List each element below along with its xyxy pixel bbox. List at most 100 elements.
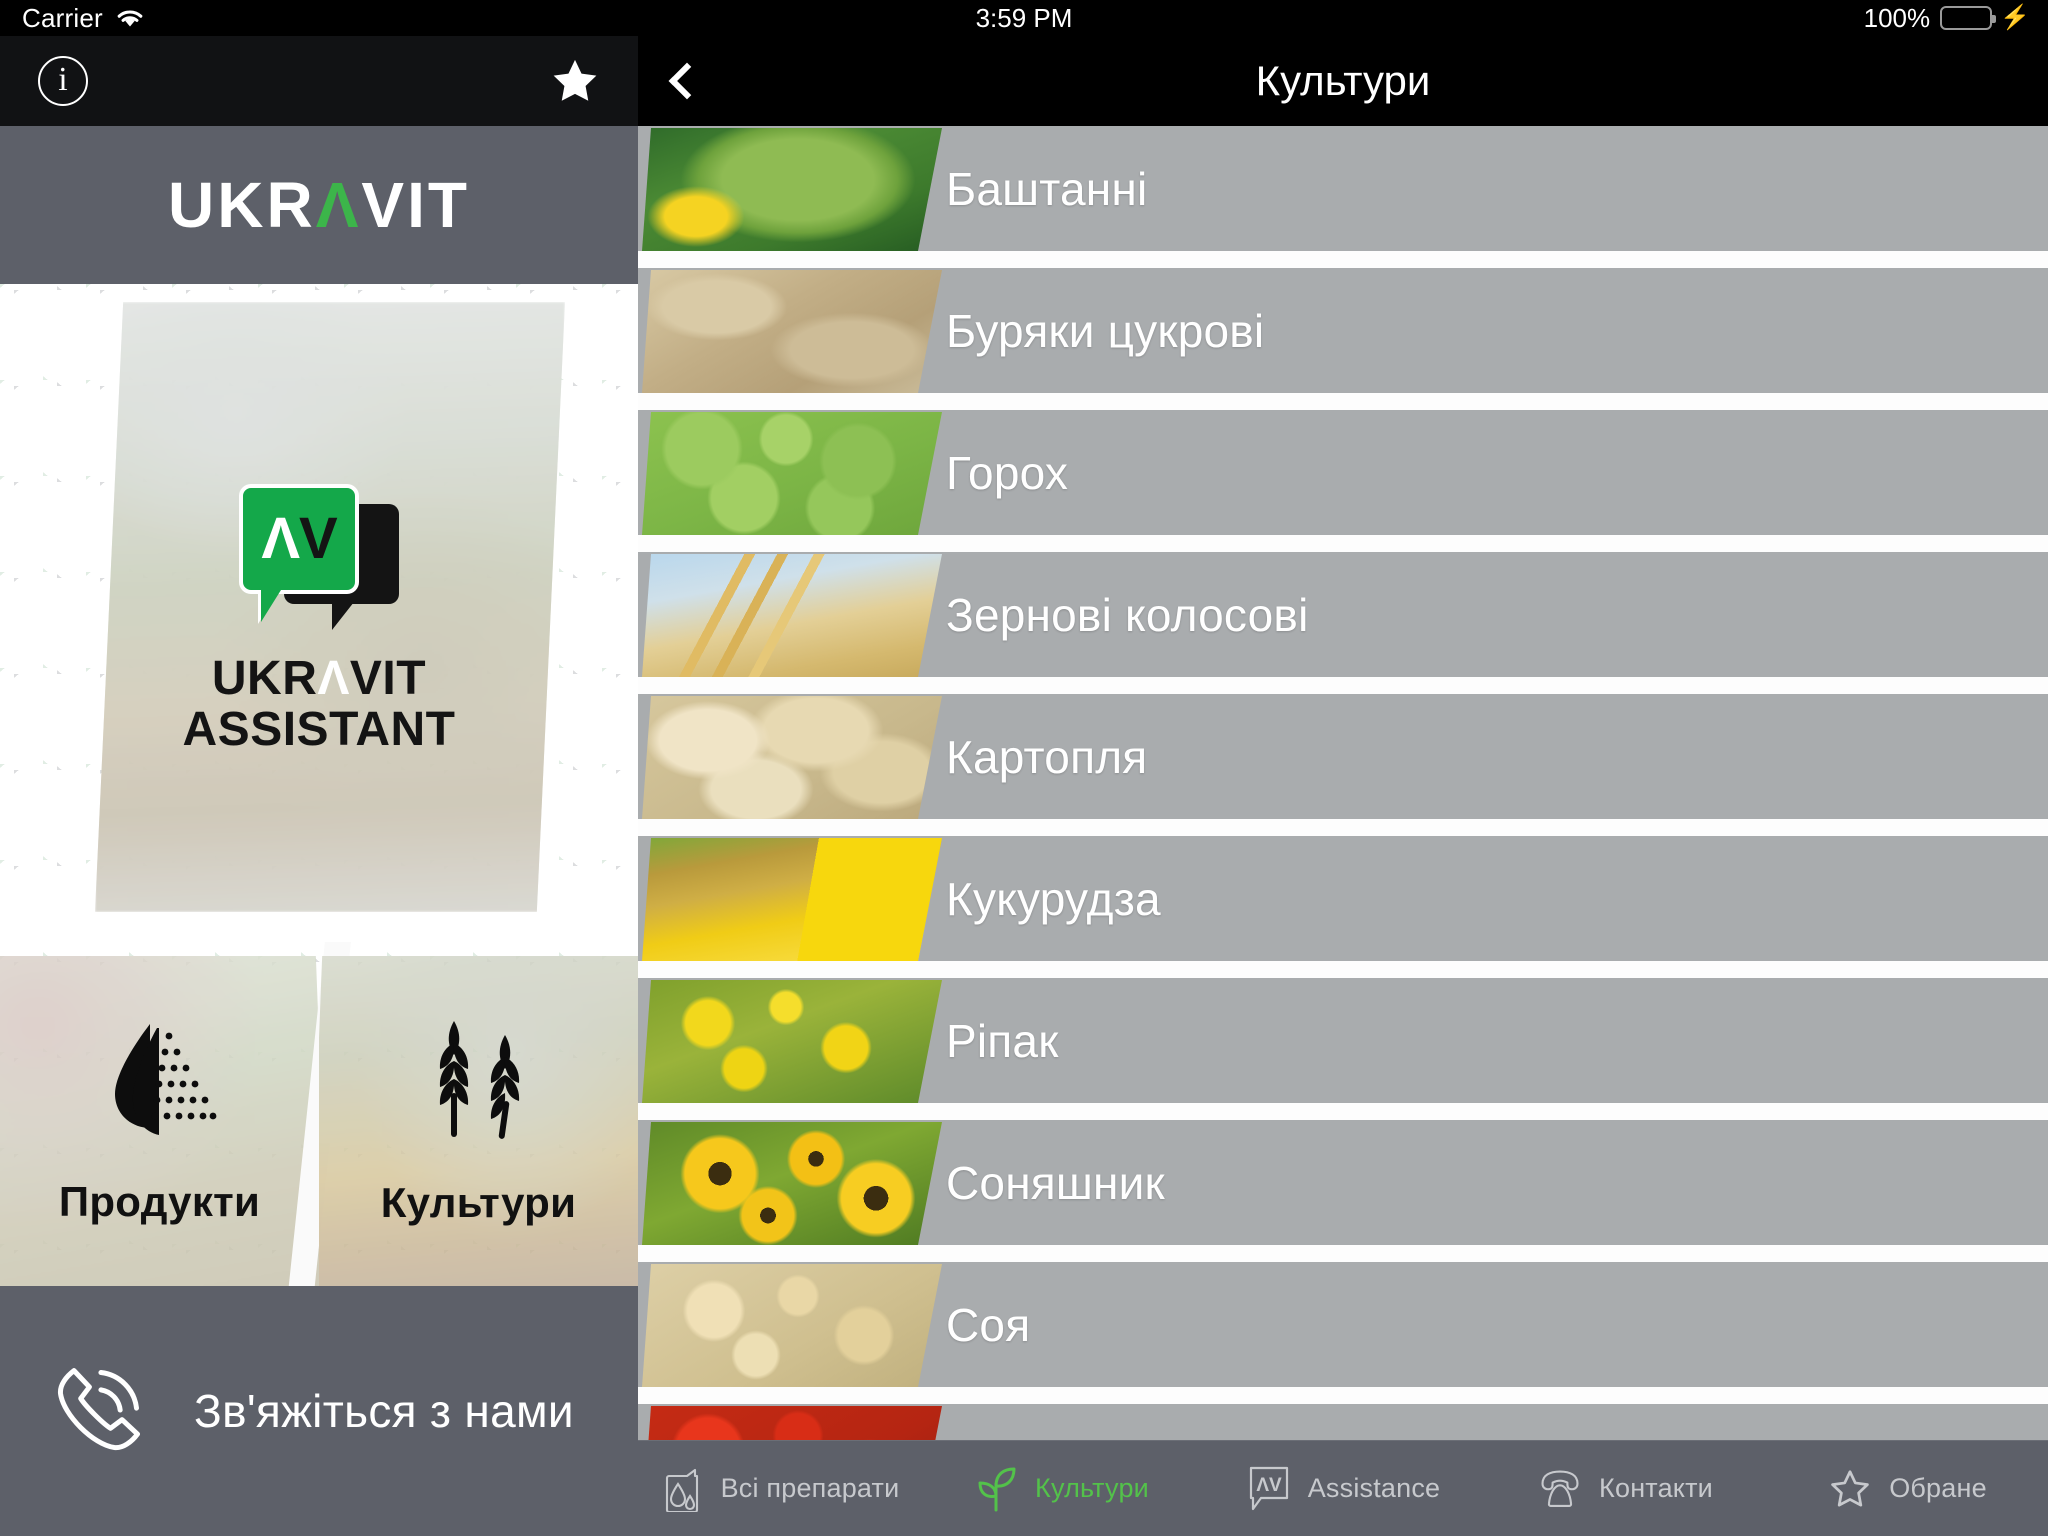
crop-thumbnail-image — [642, 980, 942, 1103]
assistant-wordmark: UKRΛVIT ASSISTANT — [183, 652, 456, 756]
wheat-ears-icon — [413, 1015, 545, 1145]
crop-thumbnail-image — [642, 128, 942, 251]
app-root: Carrier 3:59 PM 100% ⚡ i UKR Λ VIT ΛV UK… — [0, 0, 2048, 1536]
info-button[interactable]: i — [34, 52, 92, 110]
crop-row-separator — [638, 393, 2048, 410]
brand-accent: Λ — [315, 169, 362, 241]
crop-thumbnail-image — [642, 696, 942, 819]
brand-logo: UKR Λ VIT — [0, 126, 638, 284]
crop-row-separator — [638, 535, 2048, 552]
tab-telephone[interactable]: Контакти — [1484, 1466, 1766, 1512]
assistant-logo: ΛV UKRΛVIT ASSISTANT — [0, 484, 638, 756]
sidebar-toolbar: i — [0, 36, 638, 126]
av-bubble-icon: ΛV — [1246, 1466, 1292, 1512]
telephone-icon — [1537, 1466, 1583, 1512]
crop-row-label: Соняшник — [946, 1156, 1165, 1209]
status-bar: Carrier 3:59 PM 100% ⚡ — [0, 0, 2048, 36]
tile-products[interactable]: Продукти — [0, 956, 319, 1286]
main-panel: Культури Баштанні Буряки цукрові Горох Зерн… — [638, 0, 2048, 1536]
carrier-label: Carrier — [22, 2, 103, 33]
crop-row-label: Баштанні — [946, 162, 1148, 215]
navigation-bar: Культури — [638, 36, 2048, 126]
droplet-spray-icon — [101, 1016, 219, 1144]
crop-row-label: Буряки цукрові — [946, 304, 1265, 357]
tile-crops-label: Культури — [380, 1179, 577, 1226]
assistant-mark-left: Λ — [261, 506, 300, 571]
crop-row-label: Зернові колосові — [946, 588, 1309, 641]
crop-row-separator — [638, 961, 2048, 978]
wifi-icon — [115, 7, 145, 29]
favorites-button[interactable] — [546, 52, 604, 110]
crop-row[interactable]: Томати — [638, 1404, 2048, 1440]
sprout-icon — [973, 1466, 1019, 1512]
assistant-line1-accent: Λ — [317, 652, 350, 705]
contact-us-button[interactable]: Зв'яжіться з нами — [0, 1286, 638, 1536]
crop-thumbnail-image — [642, 838, 942, 961]
assistant-mark-right: V — [299, 506, 338, 571]
status-bar-right: 100% ⚡ — [1408, 3, 2048, 34]
crop-row[interactable]: Кукурудза — [638, 836, 2048, 961]
lightning-bolt-icon: ⚡ — [2000, 4, 2030, 31]
clock-label: 3:59 PM — [975, 2, 1073, 33]
tab-star-outline[interactable]: Обране — [1766, 1466, 2048, 1512]
tab-sprout[interactable]: Культури — [920, 1466, 1202, 1512]
canister-drop-icon — [659, 1466, 705, 1512]
crop-row-separator — [638, 1387, 2048, 1404]
tab-label: Всі препарати — [720, 1473, 900, 1503]
crop-row-label: Томати — [946, 1404, 1100, 1440]
sidebar-hero: ΛV UKRΛVIT ASSISTANT Продукти Культури — [0, 284, 638, 1286]
phone-call-icon — [48, 1361, 150, 1461]
crop-row-label: Горох — [946, 446, 1069, 499]
crop-row-label: Ріпак — [946, 1014, 1059, 1067]
tab-canister-drop[interactable]: Всі препарати — [638, 1466, 920, 1512]
crop-thumbnail-image — [642, 270, 942, 393]
crop-row-separator — [638, 819, 2048, 836]
chevron-left-icon — [668, 62, 706, 100]
crop-row-label: Соя — [946, 1298, 1031, 1351]
svg-text:ΛV: ΛV — [1256, 1475, 1282, 1496]
star-icon — [547, 54, 603, 108]
crop-row-label: Кукурудза — [946, 872, 1161, 925]
crop-row[interactable]: Баштанні — [638, 126, 2048, 251]
bubble-green-shape: ΛV — [239, 484, 359, 594]
crop-row-separator — [638, 1103, 2048, 1120]
tab-label: Assistance — [1307, 1473, 1441, 1503]
crop-row[interactable]: Горох — [638, 410, 2048, 535]
battery-icon — [1940, 6, 1997, 30]
contact-us-label: Зв'яжіться з нами — [194, 1385, 574, 1437]
tab-bar: Всі препарати Культури ΛV Assistance Кон… — [638, 1440, 2048, 1536]
crop-thumbnail-image — [642, 412, 942, 535]
crop-row-label: Картопля — [946, 730, 1148, 783]
tab-label: Контакти — [1599, 1473, 1713, 1503]
back-button[interactable] — [638, 62, 728, 100]
assistant-bubble: ΛV — [234, 484, 404, 634]
info-icon: i — [38, 56, 88, 106]
crop-thumbnail-image — [642, 1406, 942, 1440]
crop-thumbnail-image — [642, 1122, 942, 1245]
page-title: Культури — [1255, 57, 1431, 104]
brand-prefix: UKR — [168, 169, 316, 241]
tab-label: Обране — [1889, 1473, 1987, 1503]
crops-list[interactable]: Баштанні Буряки цукрові Горох Зернові колос… — [638, 126, 2048, 1440]
crop-row[interactable]: Соняшник — [638, 1120, 2048, 1245]
crop-row-separator — [638, 251, 2048, 268]
crop-thumbnail-image — [642, 554, 942, 677]
crops-row-container: Баштанні Буряки цукрові Горох Зернові колос… — [638, 126, 2048, 1440]
tab-label: Культури — [1035, 1473, 1149, 1503]
star-outline-icon — [1827, 1466, 1873, 1512]
tile-products-label: Продукти — [58, 1178, 261, 1225]
status-bar-left: Carrier — [0, 3, 640, 34]
assistant-line1-suffix: VIT — [349, 652, 427, 705]
tab-av-bubble[interactable]: ΛV Assistance — [1202, 1466, 1484, 1512]
crop-row[interactable]: Буряки цукрові — [638, 268, 2048, 393]
battery-percent-label: 100% — [1863, 2, 1931, 33]
tile-crops[interactable]: Культури — [319, 956, 638, 1286]
crop-row[interactable]: Соя — [638, 1262, 2048, 1387]
sidebar-panel: i UKR Λ VIT ΛV UKRΛVIT ASSISTANT Продукт… — [0, 0, 638, 1536]
crop-row-separator — [638, 677, 2048, 694]
crop-row[interactable]: Зернові колосові — [638, 552, 2048, 677]
crop-row-separator — [638, 1245, 2048, 1262]
brand-suffix: VIT — [361, 169, 470, 241]
crop-row[interactable]: Ріпак — [638, 978, 2048, 1103]
crop-row[interactable]: Картопля — [638, 694, 2048, 819]
